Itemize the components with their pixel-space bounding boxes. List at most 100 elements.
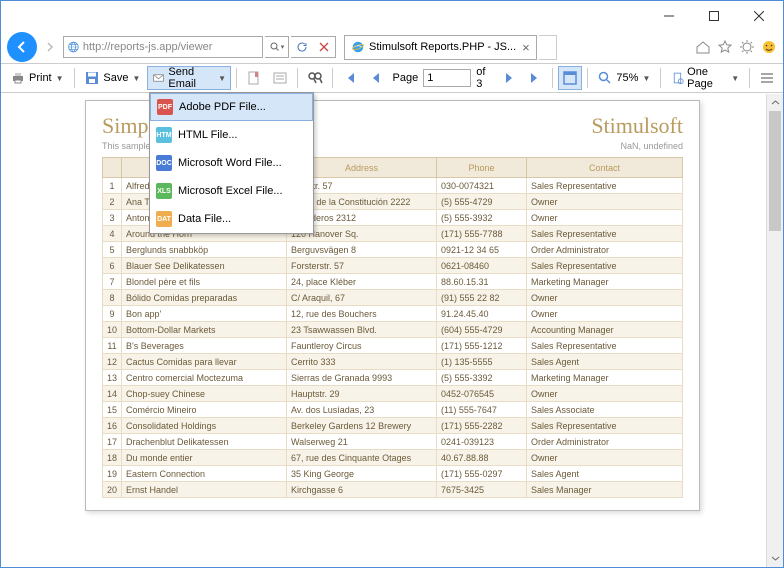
table-row: 14Chop-suey ChineseHauptstr. 290452-0765… [103, 386, 683, 402]
table-cell: Centro comercial Moctezuma [122, 370, 287, 386]
table-cell: Sales Associate [527, 402, 683, 418]
minimize-button[interactable] [646, 2, 691, 30]
favorites-icon[interactable] [717, 39, 733, 55]
file-type-icon: DAT [156, 211, 172, 227]
stop-button[interactable] [313, 37, 335, 57]
dropdown-item[interactable]: HTMHTML File... [150, 121, 313, 149]
first-page-button[interactable] [338, 66, 362, 90]
url-input[interactable] [83, 41, 259, 53]
report-timestamp: NaN, undefined [620, 141, 683, 151]
table-cell: Ernst Handel [122, 482, 287, 498]
next-page-button[interactable] [497, 66, 521, 90]
table-cell: 24, place Kléber [287, 274, 437, 290]
table-cell: Sales Representative [527, 258, 683, 274]
table-cell: (5) 555-3932 [437, 210, 527, 226]
print-button[interactable]: Print▼ [5, 66, 69, 90]
table-cell: Sierras de Granada 9993 [287, 370, 437, 386]
table-cell: Sales Manager [527, 482, 683, 498]
dropdown-item[interactable]: DOCMicrosoft Word File... [150, 149, 313, 177]
dropdown-item[interactable]: PDFAdobe PDF File... [150, 93, 313, 121]
page-label: Page [390, 72, 422, 84]
address-bar[interactable] [63, 36, 263, 58]
send-email-label: Send Email [168, 66, 214, 90]
dropdown-item[interactable]: XLSMicrosoft Excel File... [150, 177, 313, 205]
table-cell: 67, rue des Cinquante Otages [287, 450, 437, 466]
table-cell: (91) 555 22 82 [437, 290, 527, 306]
tab-title: Stimulsoft Reports.PHP - JS... [369, 41, 516, 53]
table-cell: Sales Representative [527, 226, 683, 242]
fullscreen-button[interactable] [558, 66, 582, 90]
table-cell: Owner [527, 450, 683, 466]
refresh-stop-group [291, 36, 336, 58]
refresh-button[interactable] [291, 37, 313, 57]
find-button[interactable] [303, 66, 327, 90]
table-cell: 0452-076545 [437, 386, 527, 402]
zoom-button[interactable]: 75%▼ [592, 66, 655, 90]
maximize-button[interactable] [691, 2, 736, 30]
table-cell: 18 [103, 450, 122, 466]
table-row: 8Bólido Comidas preparadasC/ Araquil, 67… [103, 290, 683, 306]
table-cell: 3 [103, 210, 122, 226]
table-cell: 17 [103, 434, 122, 450]
table-cell: 2 [103, 194, 122, 210]
file-type-icon: PDF [157, 99, 173, 115]
table-cell: 6 [103, 258, 122, 274]
tab-close-icon[interactable]: × [522, 40, 530, 55]
table-cell: Comércio Mineiro [122, 402, 287, 418]
table-cell: 7675-3425 [437, 482, 527, 498]
smiley-icon[interactable] [761, 39, 777, 55]
save-button[interactable]: Save▼ [79, 66, 145, 90]
table-cell: Consolidated Holdings [122, 418, 287, 434]
globe-icon [67, 40, 80, 54]
table-cell: Chop-suey Chinese [122, 386, 287, 402]
last-page-button[interactable] [523, 66, 547, 90]
bookmarks-button[interactable] [242, 66, 266, 90]
scroll-up-button[interactable] [767, 94, 783, 111]
table-cell: 12, rue des Bouchers [287, 306, 437, 322]
table-cell: Accounting Manager [527, 322, 683, 338]
prev-page-button[interactable] [364, 66, 388, 90]
table-cell: 9 [103, 306, 122, 322]
table-cell: (171) 555-1212 [437, 338, 527, 354]
parameters-button[interactable] [268, 66, 292, 90]
table-cell: 16 [103, 418, 122, 434]
new-tab-button[interactable] [539, 35, 557, 60]
tools-icon[interactable] [739, 39, 755, 55]
table-cell: 030-0074321 [437, 178, 527, 194]
dropdown-item-label: HTML File... [178, 129, 238, 141]
view-mode-button[interactable]: One Page▼ [666, 66, 744, 90]
table-cell: 14 [103, 386, 122, 402]
table-cell: Blauer See Delikatessen [122, 258, 287, 274]
back-button[interactable] [7, 32, 37, 62]
table-row: 17Drachenblut DelikatessenWalserweg 2102… [103, 434, 683, 450]
table-cell: 88.60.15.31 [437, 274, 527, 290]
table-cell: (604) 555-4729 [437, 322, 527, 338]
table-cell: Drachenblut Delikatessen [122, 434, 287, 450]
table-cell: 19 [103, 466, 122, 482]
table-cell: 12 [103, 354, 122, 370]
table-cell: Bon app' [122, 306, 287, 322]
home-icon[interactable] [695, 39, 711, 55]
forward-button[interactable] [39, 33, 61, 61]
table-cell: Forsterstr. 57 [287, 258, 437, 274]
dropdown-item[interactable]: DATData File... [150, 205, 313, 233]
table-cell: Order Administrator [527, 434, 683, 450]
table-row: 7Blondel père et fils24, place Kléber88.… [103, 274, 683, 290]
close-button[interactable] [736, 2, 781, 30]
search-dropdown[interactable]: ▾ [265, 36, 289, 58]
table-cell: Sales Representative [527, 418, 683, 434]
table-row: 13Centro comercial MoctezumaSierras de G… [103, 370, 683, 386]
table-cell: Order Administrator [527, 242, 683, 258]
table-row: 19Eastern Connection35 King George(171) … [103, 466, 683, 482]
menu-button[interactable] [755, 66, 779, 90]
report-brand: Stimulsoft [591, 113, 683, 139]
scroll-thumb[interactable] [769, 111, 781, 231]
vertical-scrollbar[interactable] [766, 94, 783, 567]
browser-tab[interactable]: Stimulsoft Reports.PHP - JS... × [344, 35, 537, 60]
scroll-down-button[interactable] [767, 550, 783, 567]
page-input[interactable] [423, 69, 471, 87]
table-row: 20Ernst HandelKirchgasse 67675-3425Sales… [103, 482, 683, 498]
report-viewer: Simpl This sample Stimulsoft NaN, undefi… [1, 94, 783, 567]
save-label: Save [103, 72, 128, 84]
send-email-button[interactable]: Send Email▼ [147, 66, 231, 90]
